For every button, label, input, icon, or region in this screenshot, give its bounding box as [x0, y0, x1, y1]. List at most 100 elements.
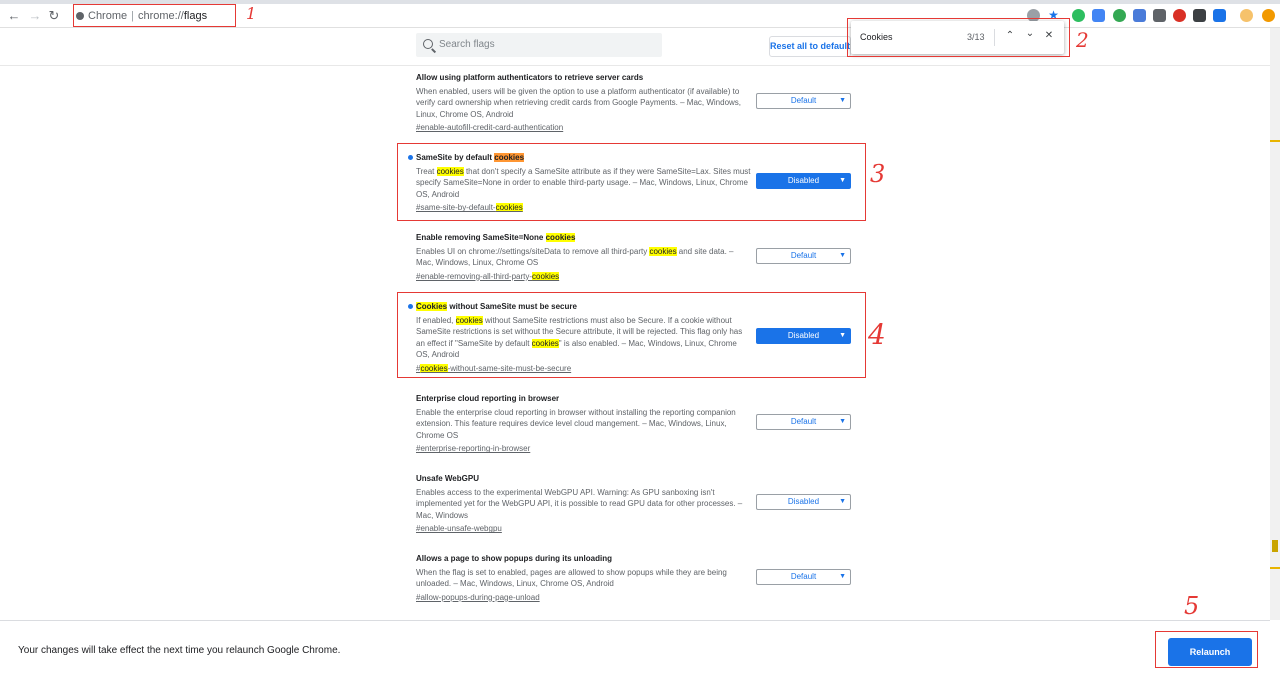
flag-description: Enables UI on chrome://settings/siteData…	[416, 246, 751, 269]
find-match: cookies	[420, 363, 448, 373]
relaunch-button[interactable]: Relaunch	[1168, 638, 1252, 666]
forward-icon[interactable]: →	[27, 8, 43, 24]
flag-anchor-link[interactable]: #enable-removing-all-third-party-cookies	[416, 271, 856, 282]
caret-down-icon: ▼	[839, 97, 846, 104]
avatar[interactable]	[1240, 9, 1253, 22]
flag-title: Allows a page to show popups during its …	[416, 554, 612, 563]
flag-description: Treat cookies that don't specify a SameS…	[416, 166, 751, 200]
flag-select[interactable]: Disabled ▼	[756, 328, 851, 344]
screen-extension-icon[interactable]	[1193, 9, 1206, 22]
flag-title: Cookies without SameSite must be secure	[416, 301, 856, 312]
flag-desc-text: Enables UI on chrome://settings/siteData…	[416, 247, 650, 256]
flag-anchor-link[interactable]: #enable-autofill-credit-card-authenticat…	[416, 122, 856, 133]
flag-title: Enable removing SameSite=None cookies	[416, 232, 856, 243]
caret-down-icon: ▼	[839, 177, 846, 184]
search-icon	[423, 39, 433, 49]
new-extension-icon[interactable]	[1092, 9, 1105, 22]
relaunch-message: Your changes will take effect the next t…	[18, 645, 341, 656]
find-match: cookies	[531, 338, 559, 348]
find-match: cookies	[649, 247, 677, 256]
flag-select[interactable]: Disabled ▼	[756, 494, 851, 510]
flag-description: If enabled, cookies without SameSite res…	[416, 315, 751, 361]
flag-select-value: Disabled	[787, 176, 820, 185]
find-bar: Cookies 3/13 ⌃ ⌄ ✕	[851, 21, 1064, 54]
flag-desc-text: Treat	[416, 167, 437, 176]
chrome-page-icon	[76, 12, 84, 20]
reload-icon[interactable]: ↻	[46, 8, 62, 24]
omnibox-path: flags	[183, 10, 208, 22]
caret-down-icon: ▼	[839, 498, 846, 505]
flag-select-value: Disabled	[787, 497, 820, 506]
flag-desc-text: If enabled,	[416, 316, 456, 325]
modified-indicator-icon	[408, 304, 413, 309]
omnibox-site: Chrome	[88, 10, 128, 22]
annotation-number: 4	[868, 318, 886, 351]
close-icon[interactable]: ✕	[1042, 30, 1056, 41]
omnibox[interactable]: Chrome | chrome://flags	[74, 5, 234, 27]
annotation-number: 5	[1184, 592, 1200, 620]
flag-description: Enables access to the experimental WebGP…	[416, 488, 743, 520]
chevron-down-icon[interactable]: ⌄	[1023, 28, 1037, 39]
omnibox-separator: |	[131, 10, 134, 22]
flag-title-text: without SameSite must be secure	[447, 302, 577, 311]
flag-description: When the flag is set to enabled, pages a…	[416, 568, 727, 589]
flag-description: When enabled, users will be given the op…	[416, 87, 742, 119]
update-icon[interactable]	[1262, 9, 1275, 22]
flag-anchor-link[interactable]: #allow-popups-during-page-unload	[416, 592, 856, 603]
find-match: cookies	[436, 167, 464, 176]
find-match-current: cookies	[494, 153, 525, 162]
search-input[interactable]: Search flags	[416, 33, 662, 57]
flag-select[interactable]: Default ▼	[756, 414, 851, 430]
caret-down-icon: ▼	[839, 332, 846, 339]
grid-extension-icon[interactable]	[1153, 9, 1166, 22]
blue-extension-icon[interactable]	[1213, 9, 1226, 22]
flag-select[interactable]: Disabled ▼	[756, 173, 851, 189]
flag-anchor-link[interactable]: #same-site-by-default-cookies	[416, 202, 856, 213]
caret-down-icon: ▼	[839, 418, 846, 425]
flag-title: Enterprise cloud reporting in browser	[416, 394, 560, 403]
flag-title: Allow using platform authenticators to r…	[416, 73, 644, 82]
evernote-extension-icon[interactable]	[1072, 9, 1085, 22]
caret-down-icon: ▼	[839, 573, 846, 580]
find-match: cookies	[532, 271, 560, 281]
flag-title: SameSite by default cookies	[416, 152, 856, 163]
match-tick	[1270, 567, 1280, 569]
find-match: cookies	[455, 316, 483, 325]
flag-select[interactable]: Default ▼	[756, 569, 851, 585]
flag-anchor-link[interactable]: #enterprise-reporting-in-browser	[416, 443, 856, 454]
flag-anchor-link[interactable]: #cookies-without-same-site-must-be-secur…	[416, 363, 856, 374]
caret-down-icon: ▼	[839, 252, 846, 259]
browser-toolbar: ← → ↻ Chrome | chrome://flags ★	[0, 4, 1280, 28]
flags-header: Search flags Reset all to default	[0, 28, 1270, 66]
flag-desc-text: that don't specify a SameSite attribute …	[416, 167, 751, 199]
flag-select-value: Default	[790, 417, 817, 426]
back-icon[interactable]: ←	[6, 8, 22, 24]
relaunch-footer: Your changes will take effect the next t…	[0, 620, 1270, 675]
jh-extension-icon[interactable]	[1133, 9, 1146, 22]
search-placeholder: Search flags	[439, 39, 495, 50]
flag-select-value: Default	[790, 96, 817, 105]
omnibox-scheme: chrome://	[137, 10, 184, 22]
find-match: cookies	[545, 233, 576, 242]
flag-select[interactable]: Default ▼	[756, 248, 851, 264]
flag-title: Unsafe WebGPU	[416, 474, 479, 483]
annotation-number: 3	[870, 160, 886, 188]
find-match: Cookies	[416, 302, 448, 311]
scrollbar[interactable]	[1270, 28, 1280, 620]
find-input[interactable]: Cookies	[860, 32, 893, 42]
flag-anchor-link[interactable]: #enable-unsafe-webgpu	[416, 523, 856, 534]
flag-description: Enable the enterprise cloud reporting in…	[416, 408, 736, 440]
reset-all-button[interactable]: Reset all to default	[769, 36, 851, 57]
flag-select[interactable]: Default ▼	[756, 93, 851, 109]
chevron-up-icon[interactable]: ⌃	[1003, 30, 1017, 41]
green-extension-icon[interactable]	[1113, 9, 1126, 22]
adblock-extension-icon[interactable]	[1173, 9, 1186, 22]
modified-indicator-icon	[408, 155, 413, 160]
match-tick	[1270, 140, 1280, 142]
scrollbar-thumb[interactable]	[1272, 540, 1278, 552]
flag-select-value: Default	[790, 572, 817, 581]
flag-anchor-text: #enable-removing-all-third-party-	[416, 271, 533, 281]
flag-title-text: Enable removing SameSite=None	[416, 233, 546, 242]
flag-anchor-text: -without-same-site-must-be-secure	[447, 363, 572, 373]
flag-title-text: SameSite by default	[416, 153, 495, 162]
